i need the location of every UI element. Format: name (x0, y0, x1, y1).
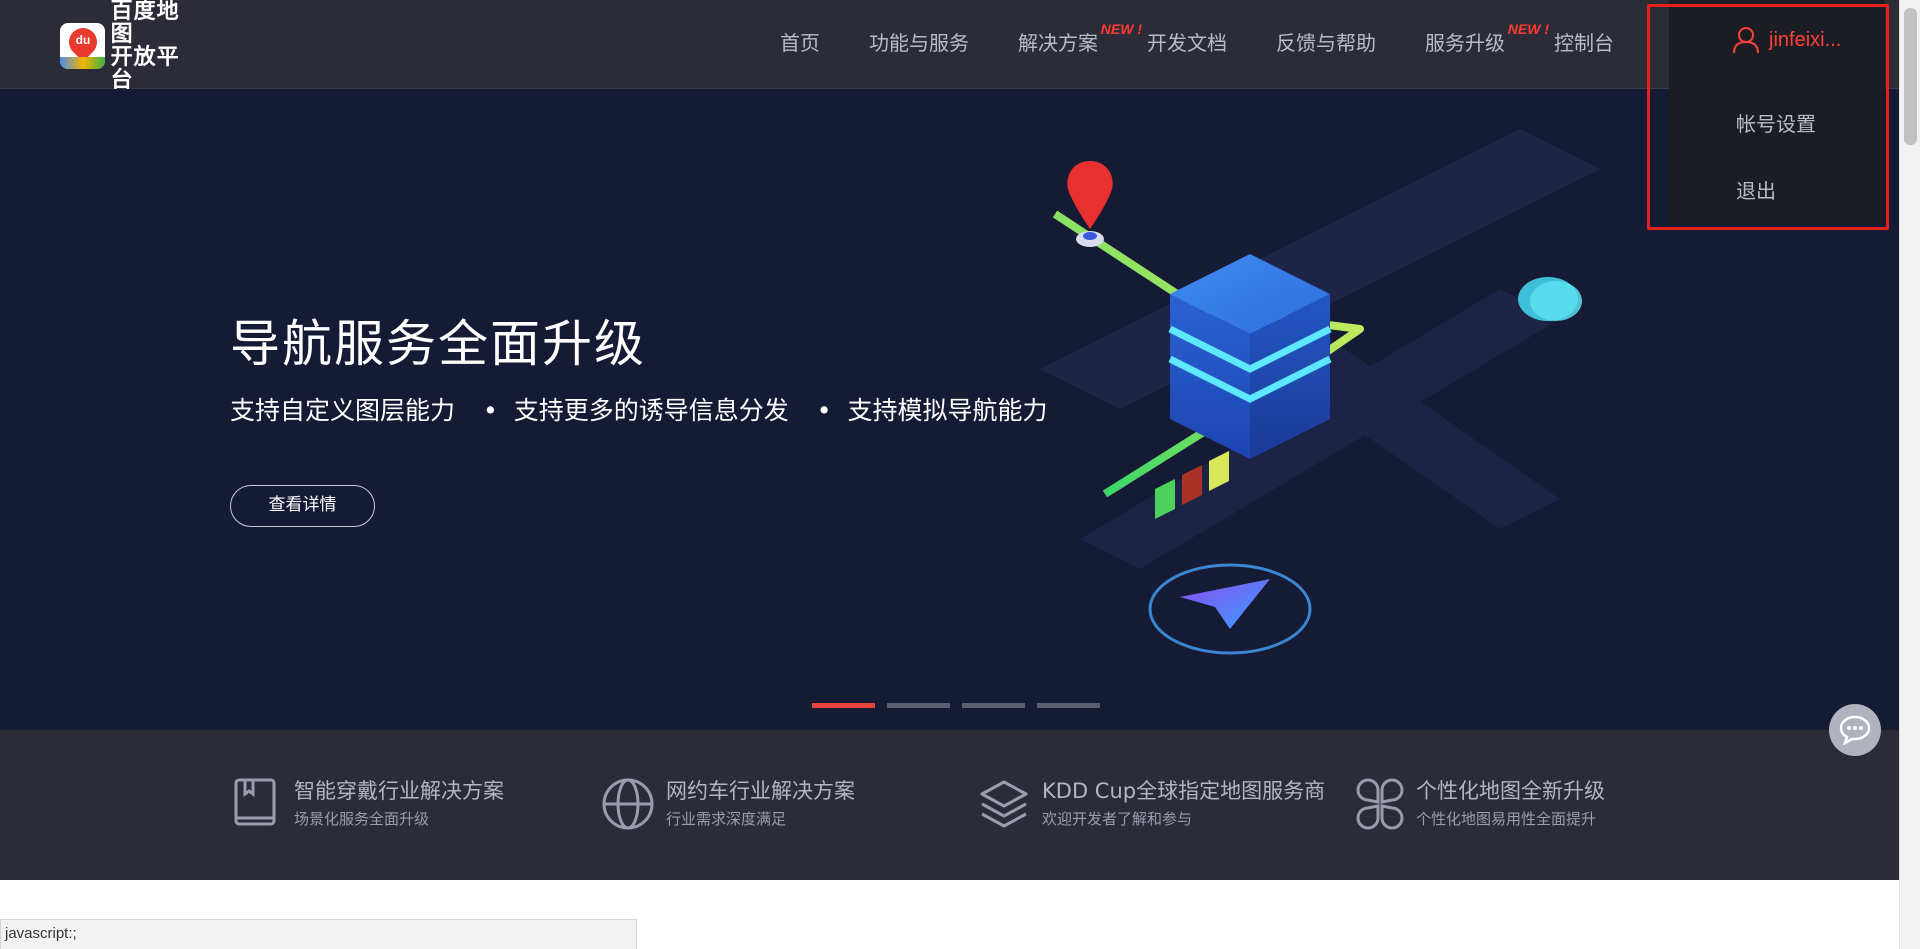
bullet: • (483, 396, 498, 425)
clover-icon (1356, 778, 1404, 830)
new-badge: NEW ! (1507, 21, 1549, 37)
nav-label: 首页 (780, 31, 820, 55)
feature-title: KDD Cup全球指定地图服务商 (1042, 779, 1326, 803)
chat-button[interactable] (1829, 704, 1881, 756)
feature-subtitle: 场景化服务全面升级 (294, 810, 430, 828)
page-scrollbar[interactable] (1899, 0, 1920, 949)
logo-mark-text: du (75, 33, 91, 47)
nav-item-features[interactable]: 功能与服务 (869, 28, 969, 58)
feature-item-ride-hailing[interactable]: 网约车行业解决方案 行业需求深度满足 (602, 776, 855, 836)
feature-subtitle: 行业需求深度满足 (666, 810, 787, 828)
nav-item-home[interactable]: 首页 (780, 28, 820, 58)
nav-item-help[interactable]: 反馈与帮助 (1276, 28, 1376, 58)
hero-sub-2: 支持更多的诱导信息分发 (513, 396, 789, 425)
feature-strip: 智能穿戴行业解决方案 场景化服务全面升级 网约车行业解决方案 行业需求深度满足 (0, 730, 1899, 880)
logo[interactable]: du 百度地图 开放平台 (60, 0, 200, 92)
feature-title: 个性化地图全新升级 (1416, 779, 1605, 803)
hero-title: 导航服务全面升级 (230, 315, 646, 373)
browser-status-bar: javascript:; (0, 919, 637, 949)
feature-text: 智能穿戴行业解决方案 场景化服务全面升级 (294, 776, 504, 832)
feature-subtitle: 个性化地图易用性全面提升 (1416, 810, 1597, 828)
logo-line-1: 百度地图 (110, 0, 180, 47)
nav-item-upgrade[interactable]: 服务升级 NEW ! (1425, 21, 1549, 58)
hero-sub-1: 支持自定义图层能力 (230, 396, 456, 425)
nav-label: 控制台 (1554, 31, 1614, 55)
scrollbar-thumb[interactable] (1904, 8, 1917, 145)
nav-label: 功能与服务 (869, 31, 969, 55)
chat-icon (1839, 715, 1871, 745)
feature-text: KDD Cup全球指定地图服务商 欢迎开发者了解和参与 (1042, 776, 1325, 832)
hero-subtitle: 支持自定义图层能力 • 支持更多的诱导信息分发 • 支持模拟导航能力 (230, 391, 1048, 427)
carousel-dot-3[interactable] (962, 703, 1025, 708)
carousel-dot-4[interactable] (1037, 703, 1100, 708)
carousel-dot-2[interactable] (887, 703, 950, 708)
carousel-indicators (812, 703, 1112, 708)
bullet: • (816, 396, 832, 425)
nav-item-docs[interactable]: 开发文档 (1147, 28, 1227, 58)
feature-title: 智能穿戴行业解决方案 (294, 779, 504, 803)
hero-banner: 导航服务全面升级 支持自定义图层能力 • 支持更多的诱导信息分发 • 支持模拟导航能力 … (0, 89, 1899, 730)
feature-subtitle: 欢迎开发者了解和参与 (1042, 810, 1193, 828)
nav-label: 解决方案 (1018, 31, 1098, 55)
carousel-dot-1[interactable] (812, 703, 875, 708)
nav-item-console[interactable]: 控制台 (1554, 28, 1614, 58)
feature-text: 网约车行业解决方案 行业需求深度满足 (666, 776, 855, 832)
feature-text: 个性化地图全新升级 个性化地图易用性全面提升 (1416, 776, 1605, 832)
logo-line-2: 开放平台 (110, 45, 180, 93)
nav-label: 反馈与帮助 (1276, 31, 1376, 55)
layers-icon (980, 780, 1028, 828)
view-details-button[interactable]: 查看详情 (230, 485, 375, 527)
feature-item-wearable[interactable]: 智能穿戴行业解决方案 场景化服务全面升级 (230, 776, 504, 836)
page: du 百度地图 开放平台 首页 功能与服务 解决方案 NEW ! 开发文档 反馈… (0, 0, 1920, 949)
top-header: du 百度地图 开放平台 首页 功能与服务 解决方案 NEW ! 开发文档 反馈… (0, 0, 1899, 92)
feature-title: 网约车行业解决方案 (666, 779, 855, 803)
new-badge: NEW ! (1100, 21, 1142, 37)
logo-text: 百度地图 开放平台 (111, 0, 200, 92)
logo-icon: du (60, 23, 105, 69)
nav-label: 服务升级 (1425, 31, 1505, 55)
globe-icon (602, 778, 654, 830)
nav-label: 开发文档 (1147, 31, 1227, 55)
nav-item-solutions[interactable]: 解决方案 NEW ! (1018, 21, 1142, 58)
book-icon (234, 778, 276, 826)
main-nav: 首页 功能与服务 解决方案 NEW ! 开发文档 反馈与帮助 服务升级 NEW … (780, 21, 1614, 58)
feature-item-kdd-cup[interactable]: KDD Cup全球指定地图服务商 欢迎开发者了解和参与 (978, 776, 1325, 836)
feature-item-custom-map[interactable]: 个性化地图全新升级 个性化地图易用性全面提升 (1352, 776, 1605, 836)
highlight-box (1647, 4, 1889, 230)
